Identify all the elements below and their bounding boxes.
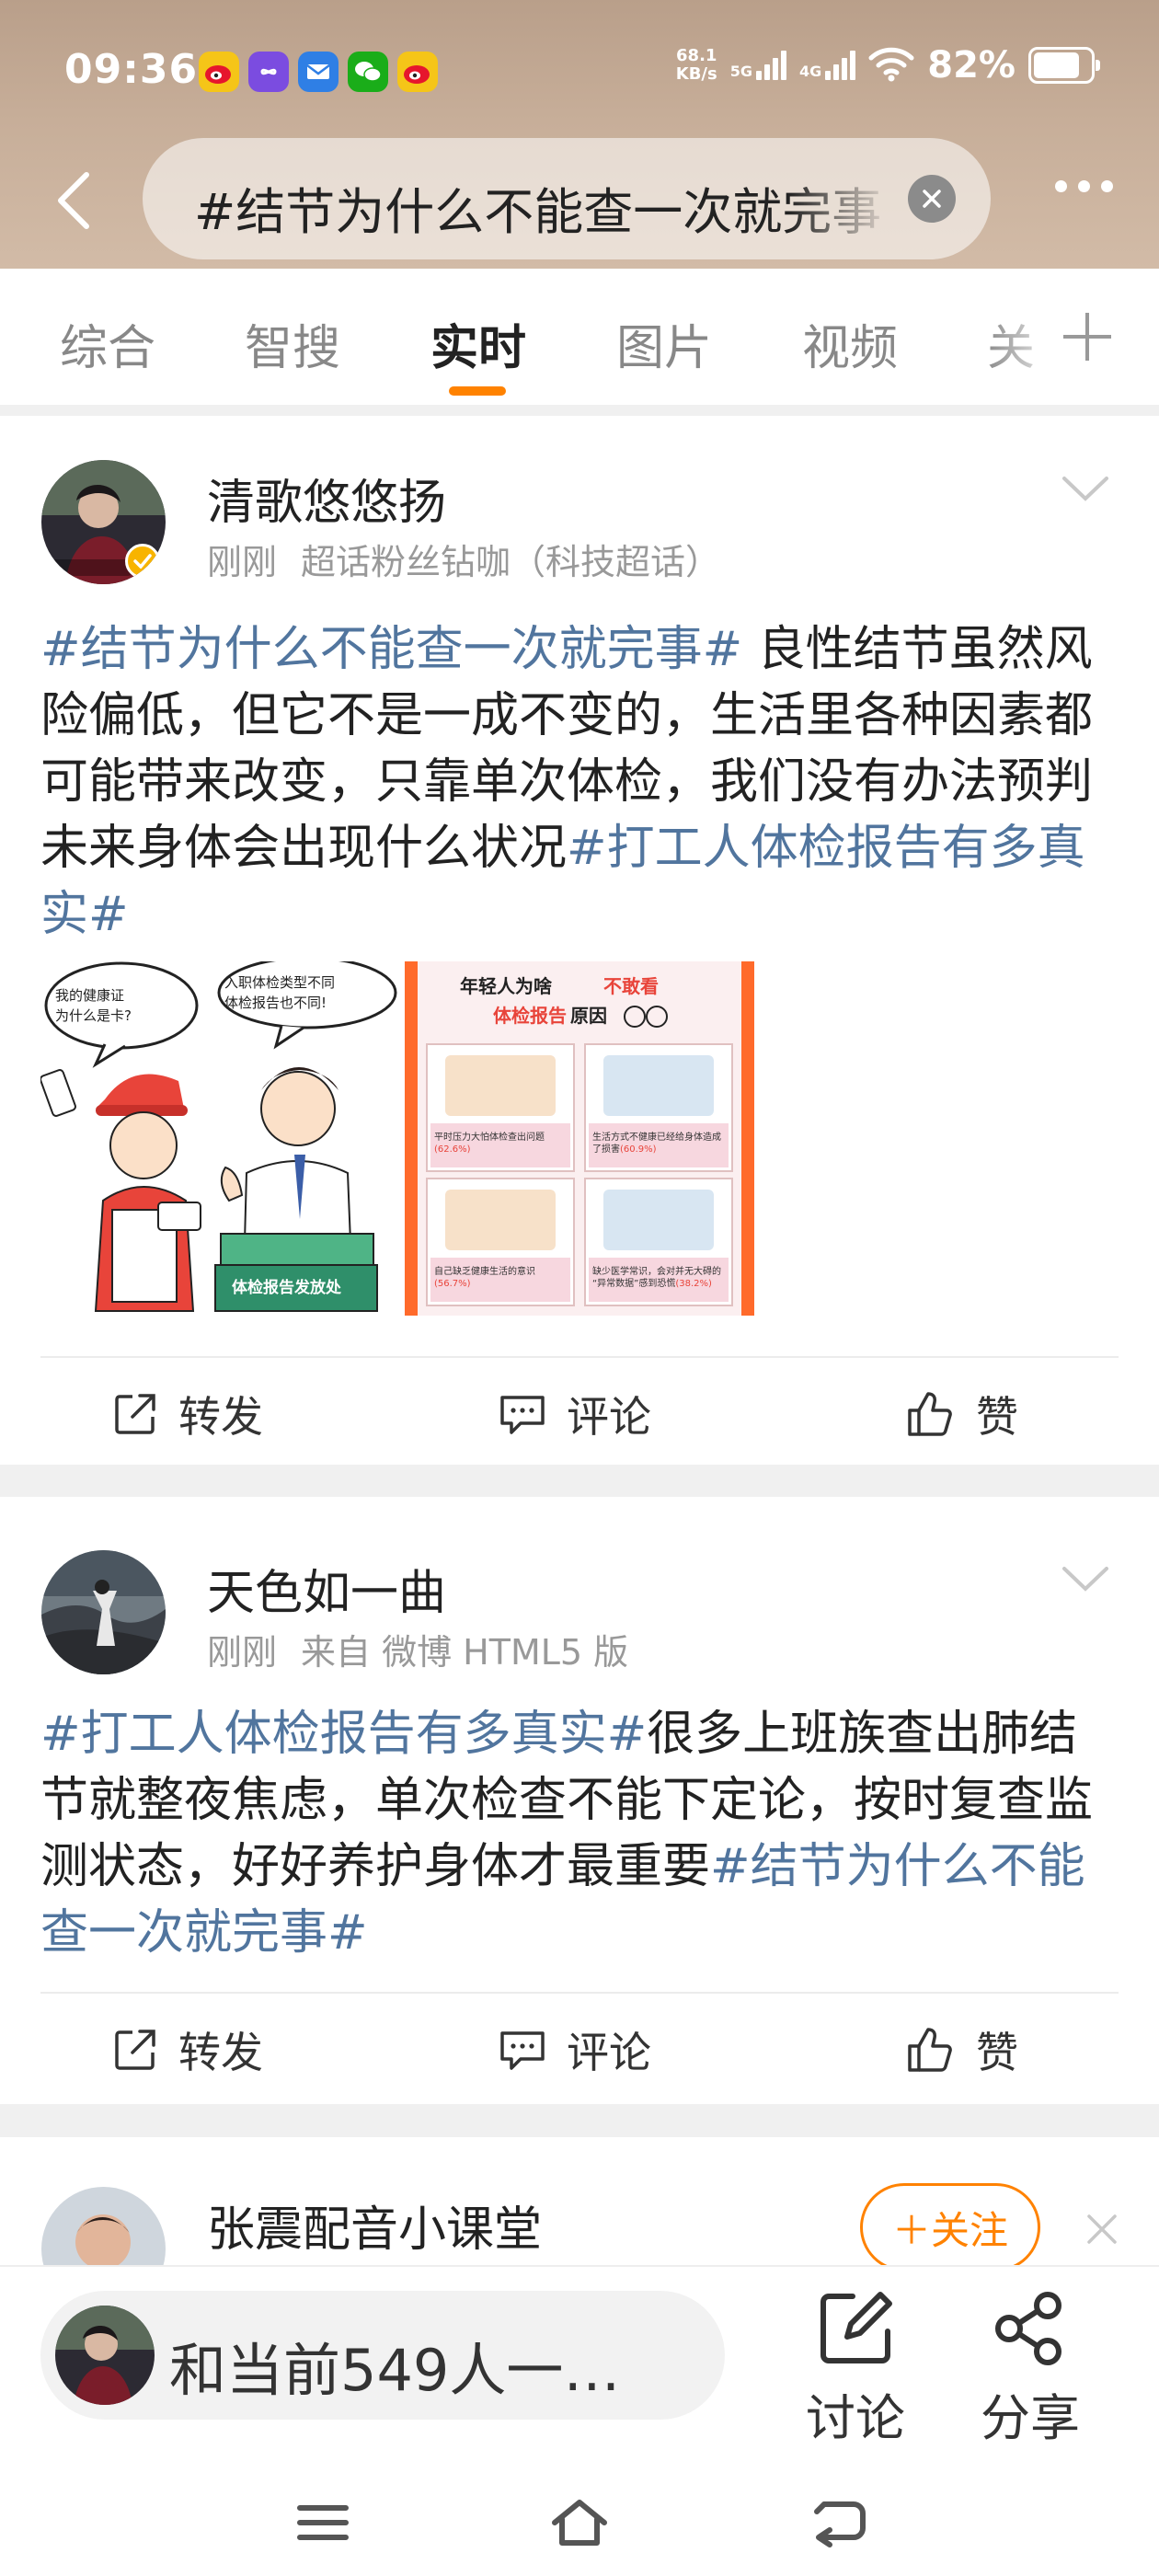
tab-comprehensive[interactable]: 综合 [60, 309, 155, 378]
signal-4g-icon: 4G [799, 51, 856, 80]
avatar [55, 2306, 155, 2405]
close-icon [923, 190, 941, 208]
verified-badge-icon [125, 544, 160, 579]
infographic-illustration [445, 1055, 556, 1116]
chevron-down-icon[interactable] [1061, 475, 1109, 502]
infographic-title-highlight-1: 不敢看 [603, 975, 659, 997]
post-actions: 转发 评论 赞 [0, 1999, 1159, 2100]
tab-videos[interactable]: 视频 [802, 309, 898, 378]
post-source: 超话粉丝钻咖（科技超话） [301, 542, 721, 582]
clear-search-button[interactable] [908, 175, 956, 223]
home-icon[interactable] [547, 2495, 612, 2550]
post-meta: 刚刚 超话粉丝钻咖（科技超话） [207, 534, 720, 584]
back-button[interactable] [46, 164, 101, 237]
signal-5g-icon: 5G [730, 51, 786, 80]
post-actions: 转发 评论 赞 [0, 1363, 1159, 1465]
group-chat-text: 和当前549人一… [169, 2337, 621, 2404]
edit-icon [820, 2292, 892, 2363]
more-options-button[interactable] [1055, 180, 1113, 192]
infographic-illustration [603, 1190, 714, 1250]
repost-button[interactable]: 转发 [112, 1999, 263, 2100]
menu-icon[interactable] [291, 2495, 355, 2550]
wifi-icon [868, 45, 914, 86]
discuss-button[interactable]: 讨论 [791, 2289, 920, 2450]
music-icon [248, 52, 289, 92]
infographic-illustration [445, 1190, 556, 1250]
post-time: 刚刚 [207, 1632, 278, 1673]
author-name[interactable]: 清歌悠悠扬 [207, 464, 446, 533]
bubble-left-line-1: 我的健康证 [55, 987, 124, 1004]
group-chat-entry[interactable]: 和当前549人一… [40, 2291, 725, 2420]
post-text: #结节为什么不能查一次就完事# 良性结节虽然风险偏低，但它不是一成不变的，生活里… [40, 616, 1122, 948]
comment-button[interactable]: 评论 [499, 1999, 651, 2100]
tab-realtime[interactable]: 实时 [430, 309, 526, 378]
tab-images[interactable]: 图片 [616, 309, 712, 378]
dismiss-icon[interactable] [1085, 2213, 1119, 2249]
search-query: #结节为什么不能查一次就完事 [194, 183, 882, 241]
post-card: 天色如一曲 刚刚 来自 微博 HTML5 版 #打工人体检报告有多真实#很多上班族… [0, 1497, 1159, 2104]
hashtag-link[interactable]: #打工人体检报告有多真实# [40, 1707, 647, 1762]
weibo-icon [199, 52, 239, 92]
post-image[interactable]: 年轻人为啥 不敢看 体检报告 原因 平时压力大怕体检查出问题(62.6%) 生活方… [405, 961, 754, 1316]
weibo-icon [397, 52, 438, 92]
infographic-title-highlight-2: 原因 [570, 1005, 607, 1027]
repost-icon [115, 1394, 155, 1434]
follow-button[interactable]: ＋关注 [860, 2183, 1040, 2271]
counter-sign: 体检报告发放处 [232, 1278, 342, 1297]
add-tab-icon[interactable] [1063, 313, 1111, 361]
comment-button[interactable]: 评论 [499, 1363, 651, 1465]
repost-button[interactable]: 转发 [112, 1363, 263, 1465]
share-button[interactable]: 分享 [966, 2289, 1095, 2450]
infographic-title-2: 体检报告 [493, 1005, 567, 1027]
comment-icon [500, 1396, 545, 1434]
tab-smart-search[interactable]: 智搜 [245, 309, 340, 378]
wechat-icon [348, 52, 388, 92]
like-button[interactable]: 赞 [906, 1999, 1018, 2100]
top-header: 09:36 68.1 KB/s 5G 4G 82% #结节为什么不能查一次就完事 [0, 0, 1159, 269]
mail-icon [298, 52, 339, 92]
bottom-bar: 和当前549人一… 讨论 分享 [0, 2265, 1159, 2576]
repost-icon [115, 2030, 155, 2070]
status-time: 09:36 [64, 46, 199, 93]
author-name[interactable]: 天色如一曲 [207, 1554, 446, 1623]
bubble-right-line-1: 入职体检类型不同 [224, 974, 335, 991]
chevron-down-icon[interactable] [1061, 1565, 1109, 1593]
author-name[interactable]: 张震配音小课堂 [207, 2191, 542, 2260]
back-nav-icon[interactable] [806, 2495, 870, 2550]
bubble-right-line-2: 体检报告也不同! [224, 995, 327, 1011]
post-source: 来自 微博 HTML5 版 [301, 1632, 629, 1673]
post-time: 刚刚 [207, 542, 278, 582]
bubble-left-line-2: 为什么是卡? [55, 1007, 132, 1024]
battery-percent: 82% [927, 44, 1016, 86]
infographic-illustration [603, 1055, 714, 1116]
battery-icon [1028, 47, 1100, 84]
comment-icon [500, 2031, 545, 2070]
infographic-title-1: 年轻人为啥 [460, 975, 553, 997]
post-meta: 刚刚 来自 微博 HTML5 版 [207, 1624, 628, 1674]
hashtag-link[interactable]: #结节为什么不能查一次就完事# [40, 622, 742, 677]
system-navigation [0, 2469, 1159, 2576]
network-speed: 68.1 KB/s [675, 46, 717, 84]
notification-icons [199, 52, 438, 92]
thumbs-up-icon [908, 1392, 952, 1436]
search-input[interactable]: #结节为什么不能查一次就完事 [143, 138, 991, 259]
status-bar: 09:36 68.1 KB/s 5G 4G 82% [0, 0, 1159, 138]
post-card: 清歌悠悠扬 刚刚 超话粉丝钻咖（科技超话） #结节为什么不能查一次就完事# 良性结… [0, 416, 1159, 1465]
active-tab-indicator [449, 386, 506, 396]
system-indicators: 68.1 KB/s 5G 4G 82% [675, 44, 1100, 86]
share-icon [995, 2292, 1061, 2365]
thumbs-up-icon [908, 2028, 952, 2072]
search-tabs: 综合 智搜 实时 图片 视频 关 [0, 269, 1159, 405]
post-image[interactable]: 我的健康证 为什么是卡? 入职体检类型不同 体检报告也不同! 体检报告发放处 [40, 961, 399, 1316]
like-button[interactable]: 赞 [906, 1363, 1018, 1465]
post-text: #打工人体检报告有多真实#很多上班族查出肺结节就整夜焦虑，单次检查不能下定论，按… [40, 1701, 1122, 1966]
avatar[interactable] [41, 460, 166, 584]
avatar[interactable] [41, 1550, 166, 1674]
